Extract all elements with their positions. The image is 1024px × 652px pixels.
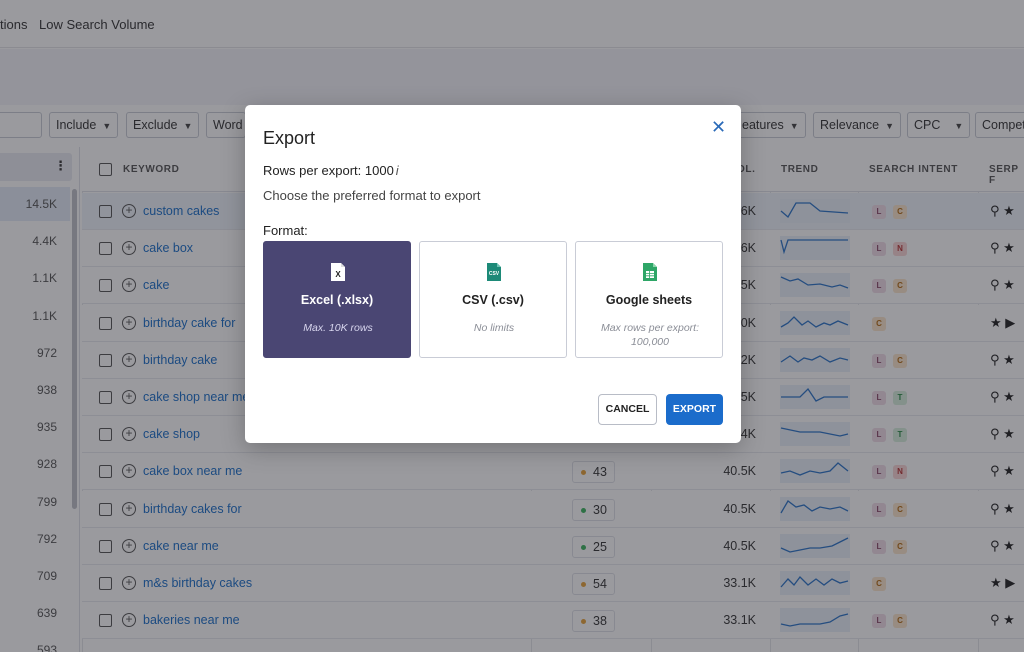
export-modal: Export ✕ Rows per export: 1000 i Choose t…	[245, 105, 741, 443]
cancel-button[interactable]: CANCEL	[598, 394, 657, 425]
svg-text:CSV: CSV	[489, 271, 500, 277]
svg-text:X: X	[335, 270, 341, 279]
export-button[interactable]: EXPORT	[666, 394, 723, 425]
format-option-excel[interactable]: X Excel (.xlsx) Max. 10K rows	[263, 241, 411, 358]
format-option-csv[interactable]: CSV CSV (.csv) No limits	[419, 241, 567, 358]
format-limit: Max rows per export: 100,000	[600, 322, 700, 348]
format-hint: Choose the preferred format to export	[263, 188, 481, 203]
excel-file-icon: X	[331, 263, 345, 281]
close-icon[interactable]: ✕	[711, 117, 726, 138]
csv-file-icon: CSV	[487, 263, 501, 281]
format-limit: Max. 10K rows	[303, 322, 373, 334]
format-option-google-sheets[interactable]: Google sheets Max rows per export: 100,0…	[575, 241, 723, 358]
modal-title: Export	[263, 128, 316, 148]
format-name: CSV (.csv)	[462, 293, 524, 307]
format-name: Excel (.xlsx)	[300, 293, 374, 307]
info-icon[interactable]: i	[396, 163, 399, 178]
format-name: Google sheets	[605, 293, 693, 307]
rows-per-export-label: Rows per export: 1000	[263, 163, 394, 178]
format-label: Format:	[263, 223, 308, 238]
rows-per-export: Rows per export: 1000 i	[263, 163, 399, 178]
format-limit: No limits	[473, 322, 515, 334]
google-sheets-icon	[643, 263, 657, 281]
